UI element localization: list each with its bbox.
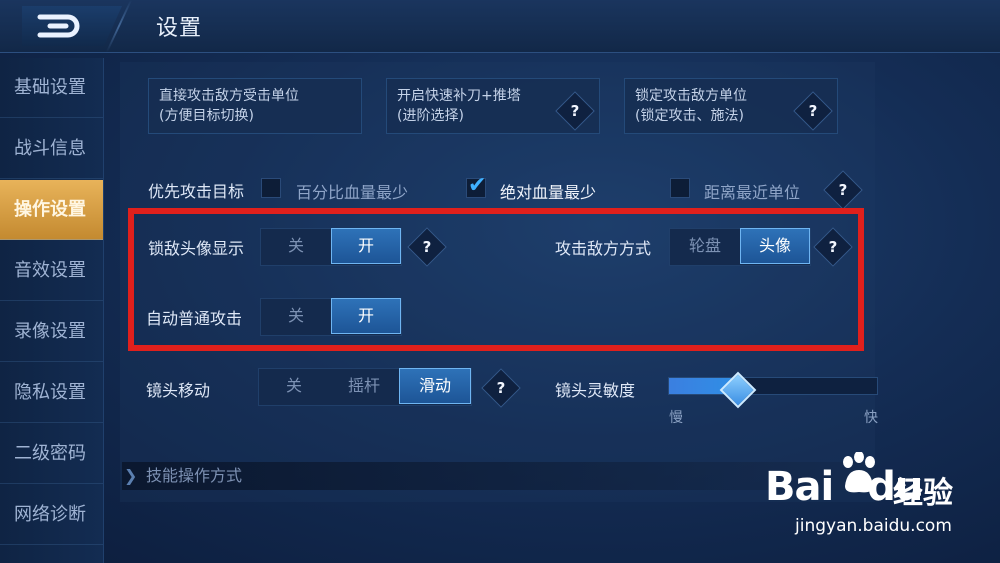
sidebar-item-controls[interactable]: 操作设置 xyxy=(0,180,103,240)
back-arrow-icon xyxy=(37,14,80,38)
attack-mode-card-direct[interactable]: 直接攻击敌方受击单位 (方便目标切换) xyxy=(148,78,362,134)
back-button[interactable] xyxy=(22,6,122,46)
sidebar: 基础设置 战斗信息 操作设置 音效设置 录像设置 隐私设置 二级密码 网络诊断 xyxy=(0,58,104,563)
camera-move-off[interactable]: 关 xyxy=(259,369,329,403)
slider-slow-label: 慢 xyxy=(669,410,683,426)
checkmark-icon: ✔ xyxy=(468,173,487,198)
camera-move-joystick[interactable]: 摇杆 xyxy=(329,369,399,403)
skill-section-header[interactable]: 技能操作方式 xyxy=(122,462,875,490)
attack-mode-line1: 开启快速补刀+推塔 xyxy=(397,88,521,104)
skill-section-label: 技能操作方式 xyxy=(146,466,243,485)
baidu-jingyan-watermark: Bai du 经验 jingyan.baidu.com xyxy=(765,452,995,550)
slider-fast-label: 快 xyxy=(864,410,878,426)
watermark-url: jingyan.baidu.com xyxy=(795,516,952,536)
checkbox-nearest[interactable] xyxy=(670,178,690,198)
top-bar: 设置 xyxy=(0,0,1000,53)
camera-move-label: 镜头移动 xyxy=(146,381,211,400)
sidebar-item-battle-info[interactable]: 战斗信息 xyxy=(0,119,103,179)
option-nearest: 距离最近单位 xyxy=(704,183,801,202)
camera-sensitivity-label: 镜头灵敏度 xyxy=(555,381,636,400)
attack-mode-line1: 直接攻击敌方受击单位 xyxy=(159,88,299,104)
red-highlight-box xyxy=(128,208,864,351)
option-percent-hp: 百分比血量最少 xyxy=(296,183,409,202)
chevron-right-icon: ❯ xyxy=(124,466,138,485)
attack-mode-line1: 锁定攻击敌方单位 xyxy=(635,88,747,104)
option-absolute-hp: 绝对血量最少 xyxy=(500,183,597,202)
attack-mode-line2: (方便目标切换) xyxy=(159,108,254,124)
sidebar-item-sound[interactable]: 音效设置 xyxy=(0,241,103,301)
sidebar-item-network[interactable]: 网络诊断 xyxy=(0,485,103,545)
checkbox-percent-hp[interactable] xyxy=(261,178,281,198)
camera-move-slide[interactable]: 滑动 xyxy=(399,368,471,404)
sidebar-item-secondary-password[interactable]: 二级密码 xyxy=(0,424,103,484)
sidebar-item-replay[interactable]: 录像设置 xyxy=(0,302,103,362)
camera-move-toggle: 关 摇杆 滑动 xyxy=(258,368,472,406)
checkbox-absolute-hp[interactable]: ✔ xyxy=(466,173,486,198)
priority-target-label: 优先攻击目标 xyxy=(148,182,245,201)
page-title: 设置 xyxy=(156,16,203,41)
sidebar-item-basic[interactable]: 基础设置 xyxy=(0,58,103,118)
sidebar-item-privacy[interactable]: 隐私设置 xyxy=(0,363,103,423)
watermark-jingyan: 经验 xyxy=(893,476,953,511)
sensitivity-slider-track[interactable] xyxy=(668,377,878,395)
paw-icon xyxy=(843,452,875,493)
